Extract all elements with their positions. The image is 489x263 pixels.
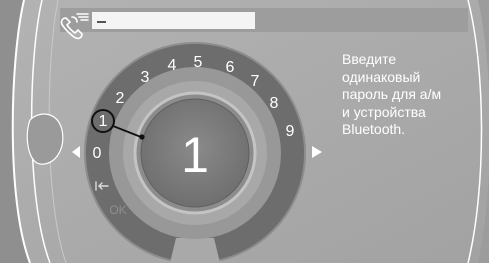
wheel-digit-1[interactable]: 1	[99, 113, 108, 130]
wheel-digit-0[interactable]: 0	[93, 145, 102, 162]
instruction-line-2: одинаковый	[342, 68, 421, 85]
wheel-digit-7[interactable]: 7	[251, 73, 260, 90]
wheel-digit-2[interactable]: 2	[116, 90, 125, 107]
wheel-digit-5[interactable]: 5	[194, 54, 203, 71]
password-input-field[interactable]: _	[92, 12, 255, 29]
wheel-digit-8[interactable]: 8	[270, 95, 279, 112]
controller-knob	[26, 113, 64, 165]
instruction-line-5: Bluetooth.	[342, 121, 406, 137]
instruction-line-4: и устройства	[342, 103, 426, 120]
wheel-opening	[170, 238, 220, 263]
idrive-screen: 0 1 2 3 4 5 6 7 8 9 OK 1 Введите одинако…	[0, 0, 489, 263]
wheel-digit-9[interactable]: 9	[286, 123, 295, 140]
wheel-digit-3[interactable]: 3	[141, 69, 150, 86]
instruction-line-3: пароль для а/м	[342, 86, 442, 102]
wheel-digit-6[interactable]: 6	[226, 59, 235, 76]
input-cursor	[97, 21, 106, 23]
wheel-digit-4[interactable]: 4	[168, 57, 177, 74]
ok-label[interactable]: OK	[109, 203, 126, 217]
center-digit: 1	[181, 127, 209, 183]
instruction-text: Введите одинаковый пароль для а/м и устр…	[342, 51, 482, 139]
instruction-line-1: Введите	[342, 51, 397, 67]
